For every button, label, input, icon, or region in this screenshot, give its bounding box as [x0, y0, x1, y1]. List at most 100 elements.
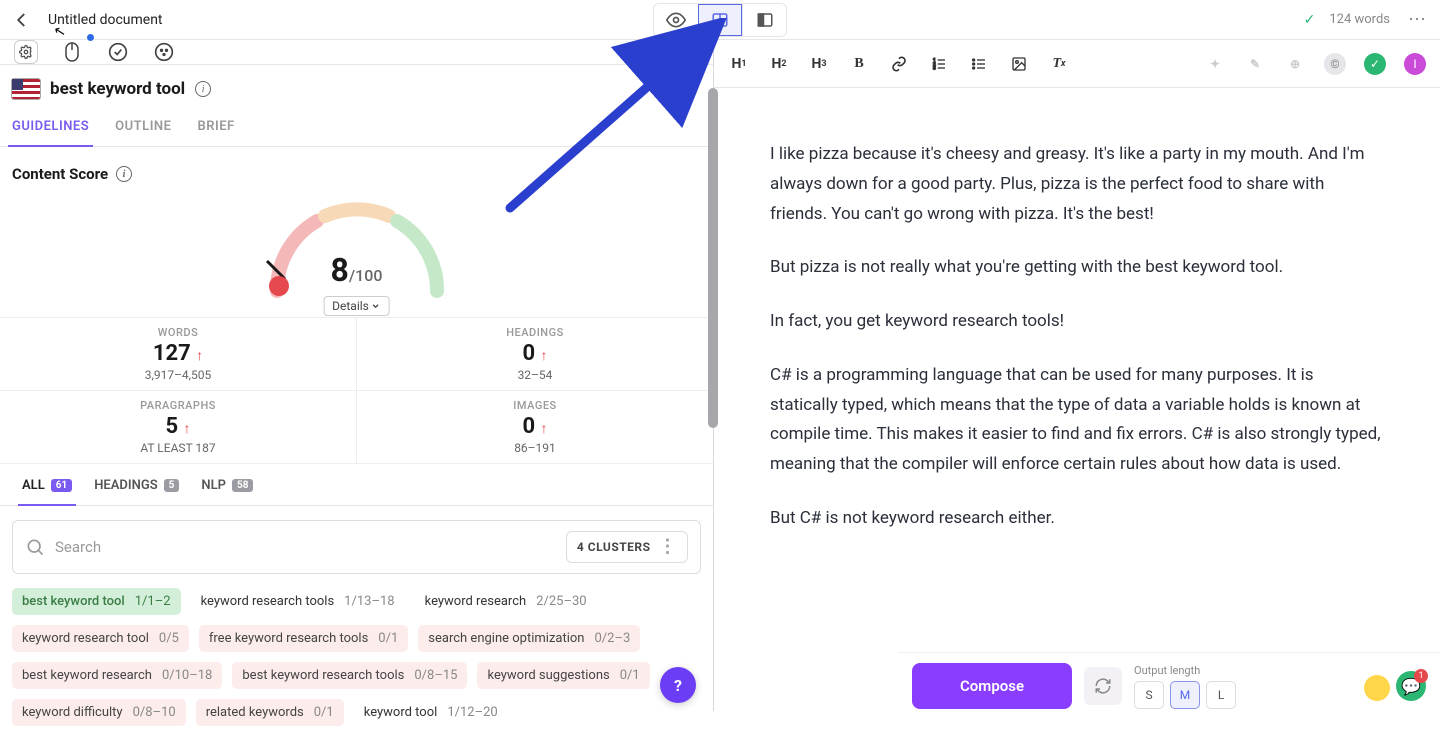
stat-headings-range: 32–54 — [357, 368, 713, 382]
term-tab-all[interactable]: ALL 61 — [22, 478, 72, 505]
term-chip[interactable]: best keyword tool1/1–2 — [12, 588, 181, 615]
paragraph[interactable]: In fact, you get keyword research tools! — [770, 307, 1384, 337]
stat-words-value: 127 — [153, 341, 191, 366]
tab-outline[interactable]: OUTLINE — [115, 109, 171, 146]
link-button[interactable] — [888, 53, 910, 75]
refresh-button[interactable] — [1084, 667, 1122, 705]
sparkle-icon[interactable]: ✦ — [1204, 53, 1226, 75]
output-length: Output length S M L — [1134, 664, 1236, 709]
bold-button[interactable]: B — [848, 53, 870, 75]
word-count: 124 words — [1329, 12, 1390, 27]
score-denom: /100 — [349, 266, 383, 285]
ordered-list-button[interactable]: 123 — [928, 53, 950, 75]
term-chip[interactable]: related keywords0/1 — [196, 699, 344, 726]
view-split-button[interactable] — [698, 4, 742, 36]
svg-text:3: 3 — [933, 65, 936, 71]
paragraph[interactable]: But C# is not keyword research either. — [770, 504, 1384, 534]
back-button[interactable] — [10, 8, 34, 32]
clusters-button[interactable]: 4 CLUSTERS ⋮ — [566, 531, 688, 563]
checkmark-circle-icon[interactable] — [106, 40, 130, 64]
mouse-icon[interactable]: ↖ — [60, 40, 84, 64]
compose-button[interactable]: Compose — [912, 663, 1072, 709]
emoji-icon[interactable] — [152, 40, 176, 64]
tab-guidelines[interactable]: GUIDELINES — [12, 109, 89, 146]
search-box[interactable]: 4 CLUSTERS ⋮ — [12, 520, 701, 574]
term-count: 0/8–15 — [414, 668, 457, 683]
term-name: search engine optimization — [428, 631, 584, 646]
term-chip[interactable]: keyword tool1/12–20 — [354, 699, 508, 726]
term-chip[interactable]: keyword research2/25–30 — [415, 588, 597, 615]
clear-format-button[interactable]: Tx — [1048, 53, 1070, 75]
details-button[interactable]: Details — [323, 296, 390, 316]
length-m[interactable]: M — [1170, 681, 1200, 709]
settings-button[interactable] — [14, 40, 38, 64]
help-button[interactable]: ? — [660, 667, 696, 703]
stat-images: IMAGES 0 ↑ 86–191 — [356, 391, 713, 463]
score-label: Content Score i — [12, 165, 701, 183]
term-name: keyword difficulty — [22, 705, 123, 720]
h1-button[interactable]: H1 — [728, 53, 750, 75]
term-name: keyword suggestions — [487, 668, 609, 683]
guidelines-panel: ↖ best keyword tool i GUIDELINES OUTLINE… — [0, 40, 714, 711]
term-chip[interactable]: search engine optimization 0/2–3 — [418, 625, 640, 652]
search-input[interactable] — [55, 538, 556, 556]
term-tab-headings-badge: 5 — [164, 479, 180, 492]
term-tab-nlp-badge: 58 — [232, 479, 253, 492]
arrow-up-icon: ↑ — [541, 348, 548, 364]
unordered-list-button[interactable] — [968, 53, 990, 75]
h3-button[interactable]: H3 — [808, 53, 830, 75]
left-toolbar: ↖ — [0, 40, 713, 65]
term-chip[interactable]: best keyword research tools0/8–15 — [232, 662, 467, 689]
term-chip[interactable]: keyword suggestions 0/1 — [477, 662, 649, 689]
globe-icon[interactable]: ⊕ — [1284, 53, 1306, 75]
tab-brief[interactable]: BRIEF — [197, 109, 234, 146]
paragraph[interactable]: But pizza is not really what you're gett… — [770, 253, 1384, 283]
term-chip[interactable]: keyword research tools1/13–18 — [191, 588, 405, 615]
editor-panel: H1 H2 H3 B 123 Tx ✦ ✎ ⊕ © ✓ I — [714, 40, 1440, 711]
shield-icon[interactable]: ✓ — [1364, 53, 1386, 75]
term-tab-headings[interactable]: HEADINGS 5 — [94, 478, 179, 505]
document-title[interactable]: Untitled document — [48, 12, 163, 28]
view-editor-button[interactable] — [742, 4, 786, 36]
chat-bubble-icon[interactable]: 💬1 — [1396, 671, 1426, 701]
term-chip[interactable]: keyword difficulty0/8–10 — [12, 699, 186, 726]
stat-words: WORDS 127 ↑ 3,917–4,505 — [0, 318, 356, 390]
term-chip[interactable]: best keyword research0/10–18 — [12, 662, 222, 689]
term-tab-all-label: ALL — [22, 478, 45, 493]
stats-row-2: PARAGRAPHS 5 ↑ AT LEAST 187 IMAGES 0 ↑ 8… — [0, 391, 713, 464]
edit-icon[interactable]: ✎ — [1244, 53, 1266, 75]
paragraph[interactable]: C# is a programming language that can be… — [770, 361, 1384, 480]
score-value: 8/100 — [331, 251, 383, 289]
h2-button[interactable]: H2 — [768, 53, 790, 75]
term-chip[interactable]: keyword research tool0/5 — [12, 625, 189, 652]
term-tab-nlp[interactable]: NLP 58 — [201, 478, 253, 505]
score-label-text: Content Score — [12, 165, 108, 183]
paragraph[interactable]: I like pizza because it's cheesy and gre… — [770, 140, 1384, 229]
term-count: 0/5 — [159, 631, 179, 646]
more-menu-button[interactable]: ⋯ — [1404, 9, 1430, 30]
length-s[interactable]: S — [1134, 681, 1164, 709]
term-count: 0/1 — [620, 668, 640, 683]
emoji-face-icon[interactable] — [1364, 675, 1390, 701]
terms-list: best keyword tool1/1–2 keyword research t… — [0, 588, 713, 738]
length-l[interactable]: L — [1206, 681, 1236, 709]
copy-icon[interactable]: © — [1324, 53, 1346, 75]
stat-images-value: 0 — [522, 414, 535, 439]
term-tab-nlp-label: NLP — [201, 478, 226, 493]
view-preview-button[interactable] — [654, 4, 698, 36]
stat-headings-label: HEADINGS — [357, 326, 713, 339]
term-count: 0/1 — [378, 631, 398, 646]
term-count: 0/2–3 — [594, 631, 630, 646]
image-button[interactable] — [1008, 53, 1030, 75]
term-chip[interactable]: free keyword research tools0/1 — [199, 625, 408, 652]
score-info-icon[interactable]: i — [116, 166, 132, 182]
term-count: 1/12–20 — [447, 705, 497, 720]
term-count: 1/1–2 — [135, 594, 171, 609]
clusters-more-icon[interactable]: ⋮ — [659, 538, 678, 556]
search-icon — [25, 537, 45, 557]
user-avatar[interactable]: I — [1404, 53, 1426, 75]
stat-para-value: 5 — [165, 414, 178, 439]
info-icon[interactable]: i — [195, 81, 211, 97]
editor-content[interactable]: I like pizza because it's cheesy and gre… — [714, 88, 1440, 711]
term-name: related keywords — [206, 705, 304, 720]
